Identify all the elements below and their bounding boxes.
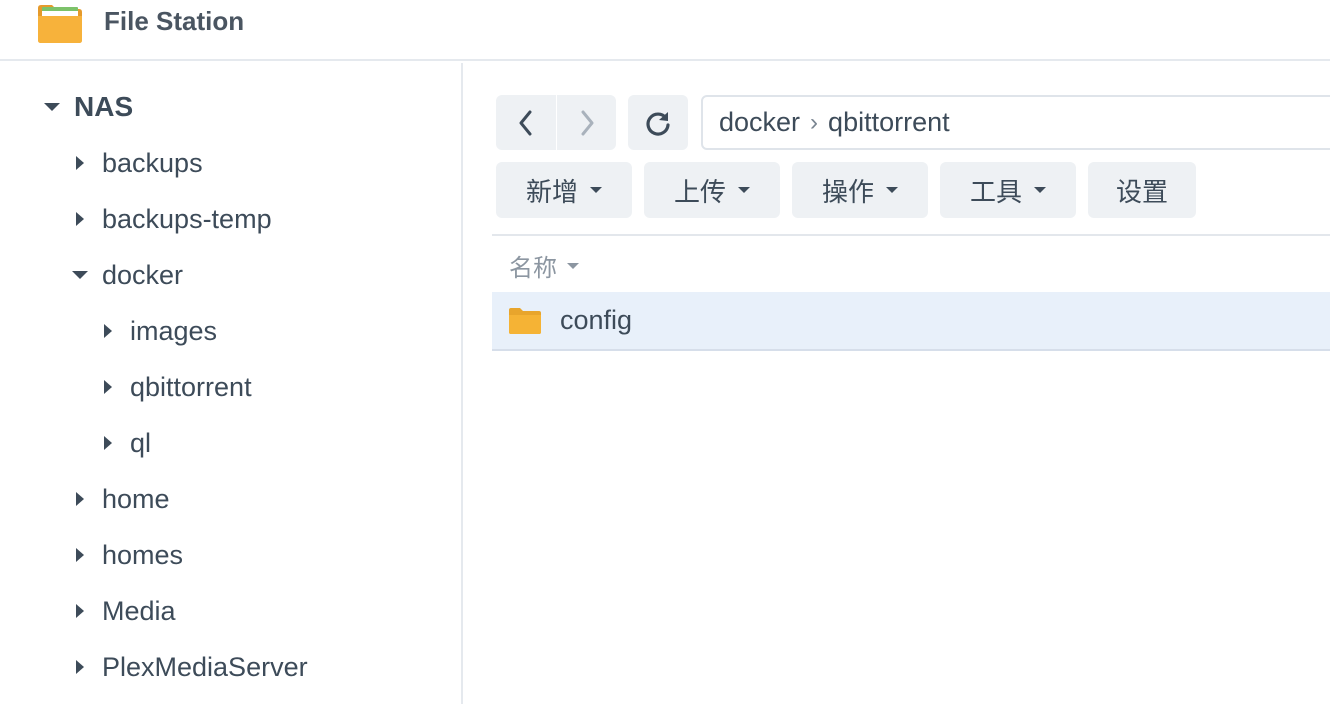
sidebar-item-label: qbittorrent	[130, 371, 252, 402]
folder-app-icon	[38, 5, 82, 43]
sidebar-item-label: backups	[102, 147, 203, 178]
sidebar-item-homes[interactable]: homes	[76, 527, 183, 583]
caret-right-icon[interactable]	[104, 380, 112, 394]
action-button[interactable]: 操作	[792, 162, 928, 218]
column-header-label: 名称	[509, 255, 557, 282]
title-bar: File Station	[0, 0, 1330, 61]
sidebar-item-images[interactable]: images	[104, 303, 217, 359]
chevron-right-icon: ›	[810, 108, 819, 136]
create-button[interactable]: 新增	[496, 162, 632, 218]
caret-right-icon[interactable]	[76, 212, 84, 226]
sidebar-item-label: homes	[102, 539, 184, 570]
caret-right-icon[interactable]	[76, 492, 84, 506]
caret-down-icon	[1034, 187, 1046, 193]
file-name: config	[560, 305, 633, 335]
path-segment[interactable]: qbittorrent	[828, 107, 950, 138]
history-nav	[496, 95, 616, 150]
sidebar-tree: NAS backups backups-temp docker images q…	[0, 63, 463, 704]
tree-root-label: NAS	[74, 91, 134, 122]
caret-down-icon	[738, 187, 750, 193]
upload-label: 上传	[673, 176, 726, 207]
forward-button[interactable]	[556, 95, 616, 150]
caret-right-icon[interactable]	[76, 548, 84, 562]
sidebar-item-label: docker	[102, 259, 184, 290]
refresh-icon	[646, 111, 670, 136]
back-button[interactable]	[496, 95, 556, 150]
upload-button[interactable]: 上传	[644, 162, 780, 218]
caret-right-icon[interactable]	[76, 156, 84, 170]
sidebar-item-backups-temp[interactable]: backups-temp	[76, 191, 272, 247]
settings-button[interactable]: 设置	[1088, 162, 1196, 218]
app-title: File Station	[104, 6, 245, 36]
tools-button[interactable]: 工具	[940, 162, 1076, 218]
caret-right-icon[interactable]	[76, 660, 84, 674]
caret-down-icon	[886, 187, 898, 193]
tree-root-nas[interactable]: NAS	[44, 79, 133, 135]
sidebar-item-label: ql	[130, 427, 152, 458]
settings-label: 设置	[1116, 176, 1169, 207]
toolbar: 新增 上传 操作 工具 设置	[496, 162, 1196, 218]
sidebar-item-label: images	[130, 315, 218, 346]
sidebar-item-plexmediaserver[interactable]: PlexMediaServer	[76, 639, 308, 695]
sidebar-item-media[interactable]: Media	[76, 583, 176, 639]
caret-down-icon[interactable]	[44, 103, 60, 111]
tools-label: 工具	[969, 176, 1022, 207]
sidebar-item-label: Media	[102, 595, 176, 626]
sidebar-item-backups[interactable]: backups	[76, 135, 203, 191]
column-header-name[interactable]: 名称	[509, 248, 579, 283]
create-label: 新增	[525, 176, 578, 207]
caret-right-icon[interactable]	[76, 604, 84, 618]
chevron-right-icon	[581, 110, 593, 135]
main-panel: docker › qbittorrent 新增 上传 操作 工具 设置 名称 c…	[465, 63, 1330, 704]
action-label: 操作	[821, 176, 874, 207]
caret-right-icon[interactable]	[104, 436, 112, 450]
sidebar-item-ql[interactable]: ql	[104, 415, 151, 471]
file-row[interactable]: config	[492, 292, 1330, 351]
sidebar-item-label: PlexMediaServer	[102, 651, 308, 682]
caret-down-icon[interactable]	[72, 271, 88, 279]
folder-icon	[509, 307, 541, 334]
sidebar-item-label: backups-temp	[102, 203, 272, 234]
sort-caret-icon	[567, 262, 579, 269]
caret-right-icon[interactable]	[104, 324, 112, 338]
sidebar-item-qbittorrent[interactable]: qbittorrent	[104, 359, 252, 415]
chevron-left-icon	[519, 110, 532, 135]
path-segment[interactable]: docker	[719, 107, 800, 138]
sidebar-item-home[interactable]: home	[76, 471, 170, 527]
caret-down-icon	[590, 187, 602, 193]
refresh-button[interactable]	[628, 95, 688, 150]
list-divider	[492, 234, 1330, 236]
path-bar[interactable]: docker › qbittorrent	[701, 95, 1330, 150]
sidebar-item-label: home	[102, 483, 170, 514]
sidebar-item-docker[interactable]: docker	[72, 247, 183, 303]
